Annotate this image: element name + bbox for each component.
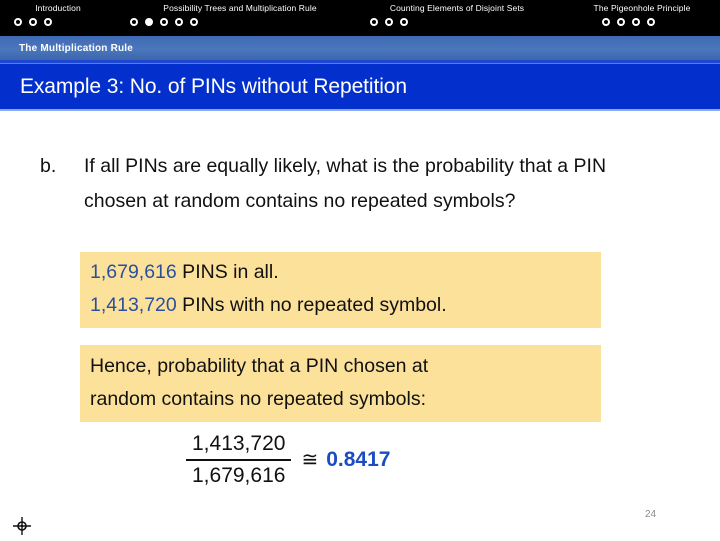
question-text: If all PINs are equally likely, what is … bbox=[84, 155, 607, 212]
top-navigation-bar: Introduction Possibility Trees and Multi… bbox=[0, 0, 720, 36]
answer-line-total: 1,679,616 PINS in all. bbox=[90, 256, 601, 289]
nav-dot-active[interactable] bbox=[145, 18, 153, 26]
nav-dot[interactable] bbox=[647, 18, 655, 26]
question-block: b. If all PINs are equally likely, what … bbox=[40, 149, 680, 219]
conclusion-line-1: Hence, probability that a PIN chosen at bbox=[90, 355, 429, 377]
slide-body: b. If all PINs are equally likely, what … bbox=[0, 111, 720, 540]
norepeat-pins-count: 1,413,720 bbox=[90, 294, 177, 316]
nav-section-label: Possibility Trees and Multiplication Rul… bbox=[163, 3, 317, 13]
nav-progress-dots bbox=[8, 18, 108, 26]
nav-dot[interactable] bbox=[400, 18, 408, 26]
answer-line-norepeat: 1,413,720 PINs with no repeated symbol. bbox=[90, 289, 601, 322]
nav-dot[interactable] bbox=[617, 18, 625, 26]
total-pins-label: PINS in all. bbox=[176, 261, 279, 283]
nav-section-label: Counting Elements of Disjoint Sets bbox=[389, 3, 525, 13]
nav-dot[interactable] bbox=[160, 18, 168, 26]
nav-section-label: The Pigeonhole Principle bbox=[593, 3, 691, 13]
nav-dot[interactable] bbox=[175, 18, 183, 26]
probability-fraction: 1,413,720 1,679,616 bbox=[186, 430, 292, 490]
nav-section-pigeonhole-principle[interactable]: The Pigeonhole Principle bbox=[572, 0, 712, 36]
nav-progress-dots bbox=[572, 18, 712, 26]
total-pins-count: 1,679,616 bbox=[90, 261, 177, 283]
page-title: Example 3: No. of PINs without Repetitio… bbox=[20, 74, 407, 98]
nav-section-label: Introduction bbox=[35, 3, 81, 13]
nav-section-possibility-trees[interactable]: Possibility Trees and Multiplication Rul… bbox=[112, 0, 368, 36]
subtitle-text: The Multiplication Rule bbox=[19, 42, 134, 54]
approximately-equal-icon: ≅ bbox=[301, 449, 319, 471]
fraction-denominator: 1,679,616 bbox=[192, 464, 286, 487]
nav-dot[interactable] bbox=[14, 18, 22, 26]
nav-dot[interactable] bbox=[370, 18, 378, 26]
nav-dot[interactable] bbox=[29, 18, 37, 26]
nav-section-introduction[interactable]: Introduction bbox=[8, 0, 108, 36]
nav-progress-dots bbox=[368, 18, 546, 26]
result-row: 1,413,720 1,679,616 ≅ 0.8417 bbox=[186, 430, 390, 490]
conclusion-highlight-box: Hence, probability that a PIN chosen at … bbox=[80, 345, 601, 422]
norepeat-pins-label: PINs with no repeated symbol. bbox=[176, 294, 447, 316]
nav-dot[interactable] bbox=[632, 18, 640, 26]
conclusion-line-2: random contains no repeated symbols: bbox=[90, 388, 427, 410]
slide-title-bar: Example 3: No. of PINs without Repetitio… bbox=[0, 63, 720, 109]
nav-section-counting-disjoint-sets[interactable]: Counting Elements of Disjoint Sets bbox=[368, 0, 546, 36]
nav-dot[interactable] bbox=[44, 18, 52, 26]
nav-dot[interactable] bbox=[190, 18, 198, 26]
nav-dot[interactable] bbox=[385, 18, 393, 26]
nav-progress-dots bbox=[112, 18, 368, 26]
question-list-marker: b. bbox=[40, 155, 57, 177]
probability-result-value: 0.8417 bbox=[326, 448, 391, 471]
nav-dot[interactable] bbox=[130, 18, 138, 26]
fraction-numerator: 1,413,720 bbox=[186, 430, 292, 461]
nav-dot[interactable] bbox=[602, 18, 610, 26]
answer-highlight-box: 1,679,616 PINS in all. 1,413,720 PINs wi… bbox=[80, 252, 601, 328]
page-number: 24 bbox=[645, 509, 657, 520]
crosshair-icon[interactable] bbox=[12, 516, 32, 536]
subtitle-bar: The Multiplication Rule bbox=[0, 36, 720, 60]
